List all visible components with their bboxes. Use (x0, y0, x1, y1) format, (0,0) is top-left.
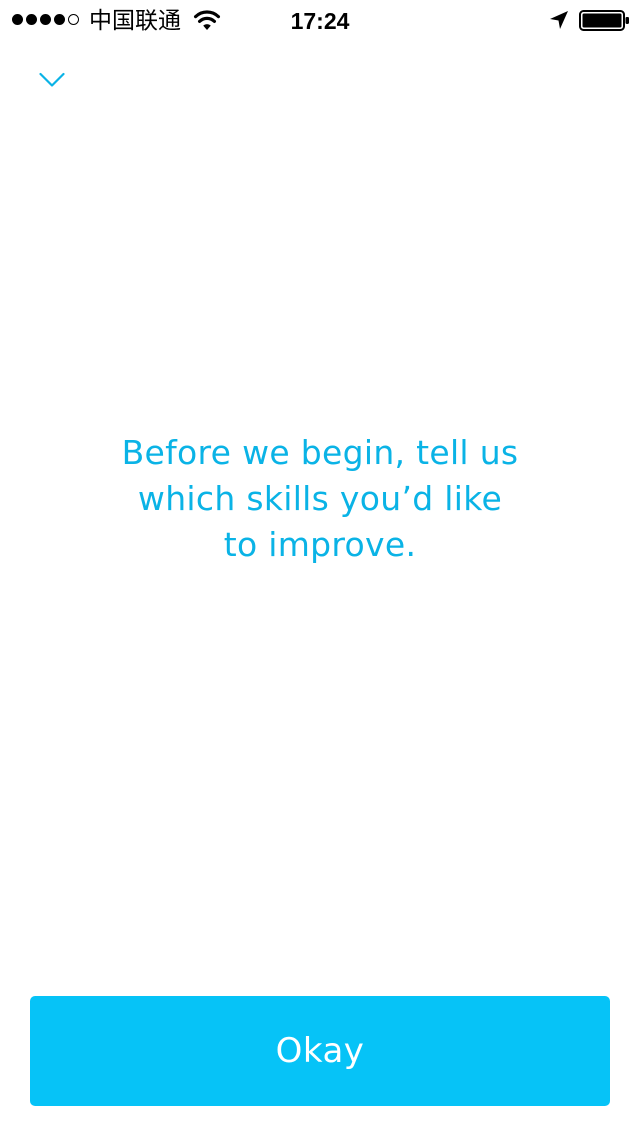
location-arrow-icon (550, 11, 568, 29)
battery-icon (579, 10, 629, 31)
onboarding-prompt: Before we begin, tell us which skills yo… (121, 433, 519, 564)
chevron-down-icon (39, 72, 65, 87)
status-time: 17:24 (290, 8, 350, 34)
dismiss-button[interactable] (30, 62, 74, 98)
status-bar: 中国联通 17:24 (0, 0, 640, 40)
okay-button[interactable]: Okay (30, 996, 610, 1106)
